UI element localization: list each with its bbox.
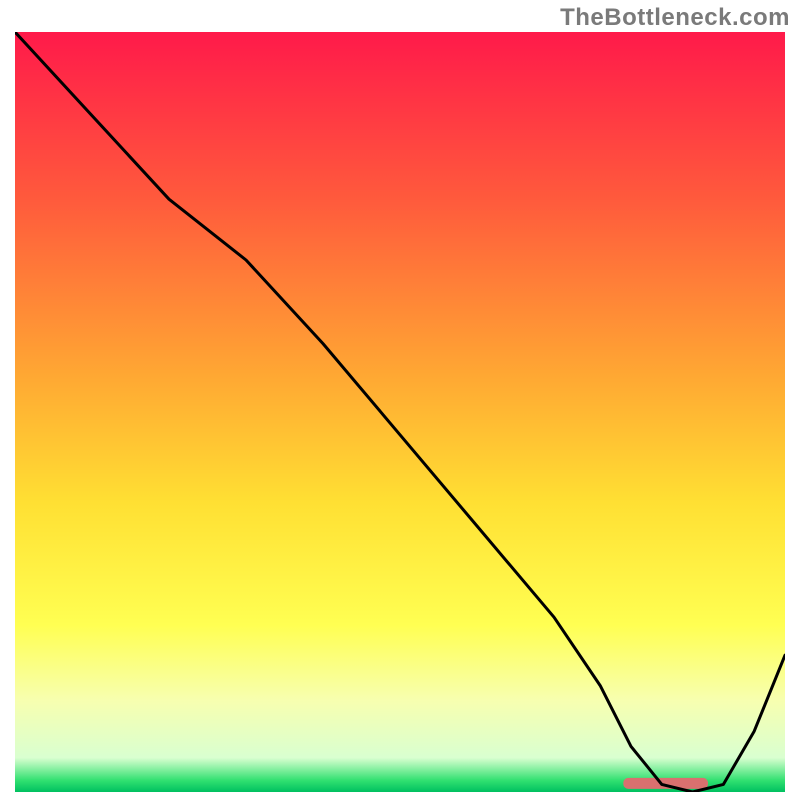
bottleneck-chart — [15, 32, 785, 792]
chart-stage: TheBottleneck.com — [0, 0, 800, 800]
watermark-text: TheBottleneck.com — [560, 4, 790, 32]
gradient-background — [15, 32, 785, 792]
plot-area — [15, 32, 785, 792]
sweet-spot-marker — [623, 778, 708, 789]
